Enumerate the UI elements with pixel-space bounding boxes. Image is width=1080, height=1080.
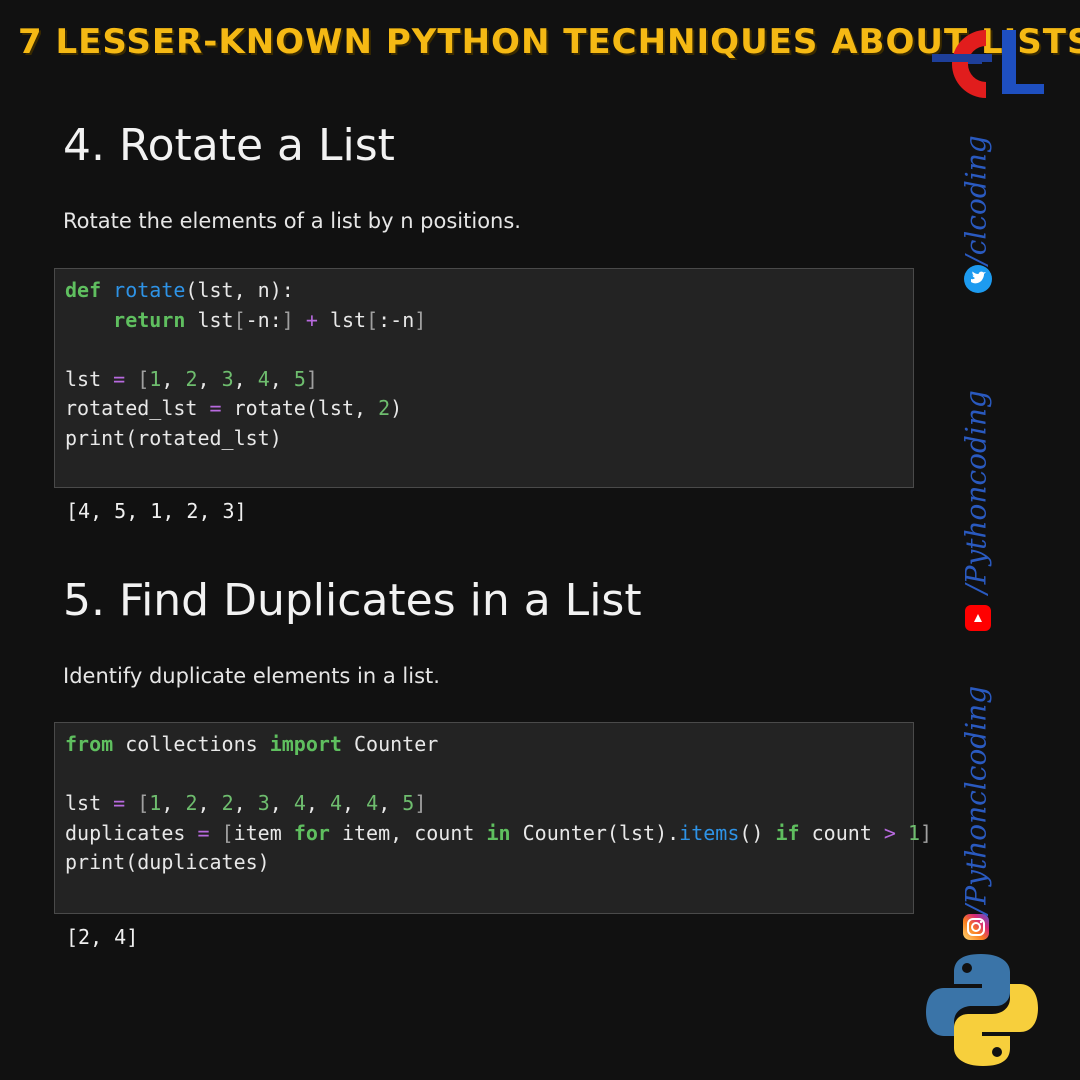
code-token: , [269, 791, 294, 815]
code-token: ] [281, 307, 294, 332]
code-token: print(duplicates) [65, 850, 270, 874]
code-token: , [197, 791, 222, 815]
code-token: 4 [366, 791, 379, 815]
code-token: , [269, 366, 294, 391]
code-token: + [293, 307, 330, 332]
code-token: for [293, 820, 330, 845]
code-token: collections [113, 732, 270, 756]
code-duplicates: from collections import Counter lst = [1… [65, 730, 932, 878]
code-token: ] [414, 791, 427, 815]
code-token: , [342, 791, 367, 815]
code-token: > [883, 820, 896, 845]
code-token: , [197, 366, 222, 391]
code-token: 5 [402, 791, 415, 815]
output-rotate: [4, 5, 1, 2, 3] [66, 499, 247, 523]
code-rotate: def rotate(lst, n): return lst[-n:] + ls… [65, 276, 426, 453]
code-token: , [161, 791, 186, 815]
social-instagram[interactable]: /Pythonclcoding [956, 680, 996, 920]
code-token: rotate(lst, [233, 396, 379, 420]
banner-title: 7 LESSER-KNOWN PYTHON TECHNIQUES ABOUT L… [18, 22, 1080, 62]
instagram-icon [963, 914, 989, 940]
output-duplicates: [2, 4] [66, 925, 139, 949]
code-token: , [378, 791, 403, 815]
code-token: ] [305, 366, 318, 391]
code-token: ) [390, 396, 403, 420]
code-token: if [775, 820, 800, 845]
code-token: 1 [907, 820, 921, 845]
social-twitter-label: /clcoding [959, 135, 993, 265]
code-token: 1 [149, 366, 162, 391]
code-token: -n: [245, 307, 282, 332]
section-4-description: Rotate the elements of a list by n posit… [63, 209, 521, 233]
code-token: return [113, 307, 186, 332]
social-instagram-label: /Pythonclcoding [959, 685, 993, 915]
code-token: 2 [378, 396, 391, 420]
code-token: 2 [221, 791, 234, 815]
code-token: 4 [293, 791, 306, 815]
code-token: [ [221, 820, 234, 845]
code-token: () [739, 820, 776, 845]
code-token: [ [137, 791, 150, 815]
python-logo-icon [926, 954, 1038, 1066]
code-token: item [233, 820, 294, 845]
code-token: rotated_lst [65, 396, 198, 420]
code-token: = [101, 366, 138, 391]
code-token: count [799, 820, 884, 845]
code-token: lst [329, 307, 367, 332]
code-token: [ [366, 307, 379, 332]
code-token: Counter [341, 732, 439, 756]
code-token: 3 [221, 366, 234, 391]
code-block-duplicates: from collections import Counter lst = [1… [54, 722, 932, 914]
code-token: [ [233, 307, 246, 332]
social-youtube[interactable]: /Pythoncoding [956, 372, 996, 612]
code-token: , [161, 366, 186, 391]
code-token: :-n [378, 307, 415, 332]
code-token: = [197, 396, 234, 420]
code-token: , [305, 791, 330, 815]
code-token: (lst, n): [185, 278, 294, 302]
code-token: [ [137, 366, 150, 391]
code-token: print(rotated_lst) [65, 425, 282, 450]
code-token: duplicates [65, 820, 186, 845]
code-token: def [65, 278, 102, 302]
code-token: 4 [257, 366, 270, 391]
code-token: , [233, 791, 258, 815]
code-token: 2 [185, 366, 198, 391]
code-token: from [65, 732, 114, 756]
code-token: 3 [257, 791, 270, 815]
code-token: 1 [149, 791, 162, 815]
code-token: = [185, 820, 222, 845]
section-5-description: Identify duplicate elements in a list. [63, 664, 440, 688]
code-token: item, count [329, 820, 487, 845]
code-token: import [269, 732, 342, 756]
code-token: 5 [293, 366, 306, 391]
code-token: Counter(lst). [510, 820, 680, 845]
code-token: ] [920, 820, 933, 845]
code-token: = [101, 791, 138, 815]
code-token: lst [185, 307, 234, 332]
code-token: ] [414, 307, 427, 332]
code-token: rotate [113, 278, 186, 302]
code-token: lst [65, 791, 102, 815]
section-4-heading: 4. Rotate a List [63, 120, 395, 171]
code-token: 2 [185, 791, 198, 815]
code-token: , [233, 366, 258, 391]
youtube-icon [965, 605, 991, 631]
code-token: lst [65, 366, 102, 391]
section-5-heading: 5. Find Duplicates in a List [63, 575, 642, 626]
code-block-rotate: def rotate(lst, n): return lst[-n:] + ls… [54, 268, 914, 488]
social-youtube-label: /Pythoncoding [959, 390, 993, 594]
code-token: 4 [330, 791, 343, 815]
twitter-icon [964, 265, 992, 293]
code-token: in [486, 820, 511, 845]
code-token: items [679, 820, 740, 845]
